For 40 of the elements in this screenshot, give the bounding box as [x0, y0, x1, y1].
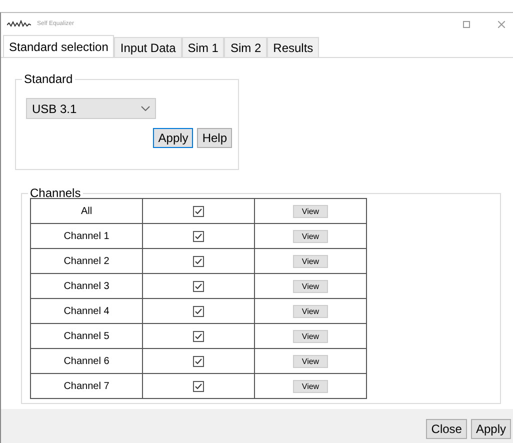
tab[interactable]: Results [267, 37, 320, 57]
channel-name-cell: All [30, 198, 142, 224]
channel-name-cell: Channel 6 [30, 348, 142, 374]
checkbox[interactable] [193, 256, 204, 266]
view-button[interactable]: View [292, 230, 328, 242]
checkbox[interactable] [193, 356, 204, 366]
close-icon[interactable] [498, 20, 505, 28]
group-label: Channels [29, 186, 82, 200]
checkbox[interactable] [193, 306, 204, 316]
group-label: Standard [23, 72, 74, 86]
tab[interactable]: Standard selection [3, 35, 114, 57]
footer-button[interactable]: Close [426, 419, 467, 439]
channel-name-cell: Channel 4 [30, 298, 142, 324]
view-button[interactable]: View [292, 204, 328, 218]
waveform-icon [7, 20, 31, 28]
checkbox[interactable] [193, 330, 204, 342]
view-button[interactable]: View [292, 354, 328, 368]
tab[interactable]: Input Data [114, 37, 182, 57]
channel-name-cell: Channel 3 [30, 274, 142, 298]
chevron-icon [141, 106, 150, 111]
maximize-icon[interactable] [463, 20, 470, 28]
group-button[interactable]: Help [197, 128, 232, 148]
tab[interactable]: Sim 1 [182, 37, 224, 57]
channel-name-cell: Channel 1 [30, 224, 142, 248]
tab[interactable]: Sim 2 [224, 37, 268, 57]
channel-name-cell: Channel 5 [30, 324, 142, 348]
group-button[interactable]: Apply [153, 128, 194, 148]
checkbox[interactable] [193, 206, 204, 216]
channel-name-cell: Channel 2 [30, 248, 142, 274]
channel-name-cell: Channel 7 [30, 374, 142, 398]
footer-button[interactable]: Apply [470, 419, 511, 439]
view-button[interactable]: View [292, 304, 328, 318]
view-button[interactable]: View [292, 330, 328, 342]
view-button[interactable]: View [292, 254, 328, 268]
view-button[interactable]: View [292, 380, 328, 392]
checkbox[interactable] [193, 230, 204, 242]
view-button[interactable]: View [292, 280, 328, 292]
checkbox[interactable] [193, 280, 204, 292]
checkbox[interactable] [193, 380, 204, 392]
standard-dropdown[interactable]: USB 3.1 [26, 98, 156, 119]
